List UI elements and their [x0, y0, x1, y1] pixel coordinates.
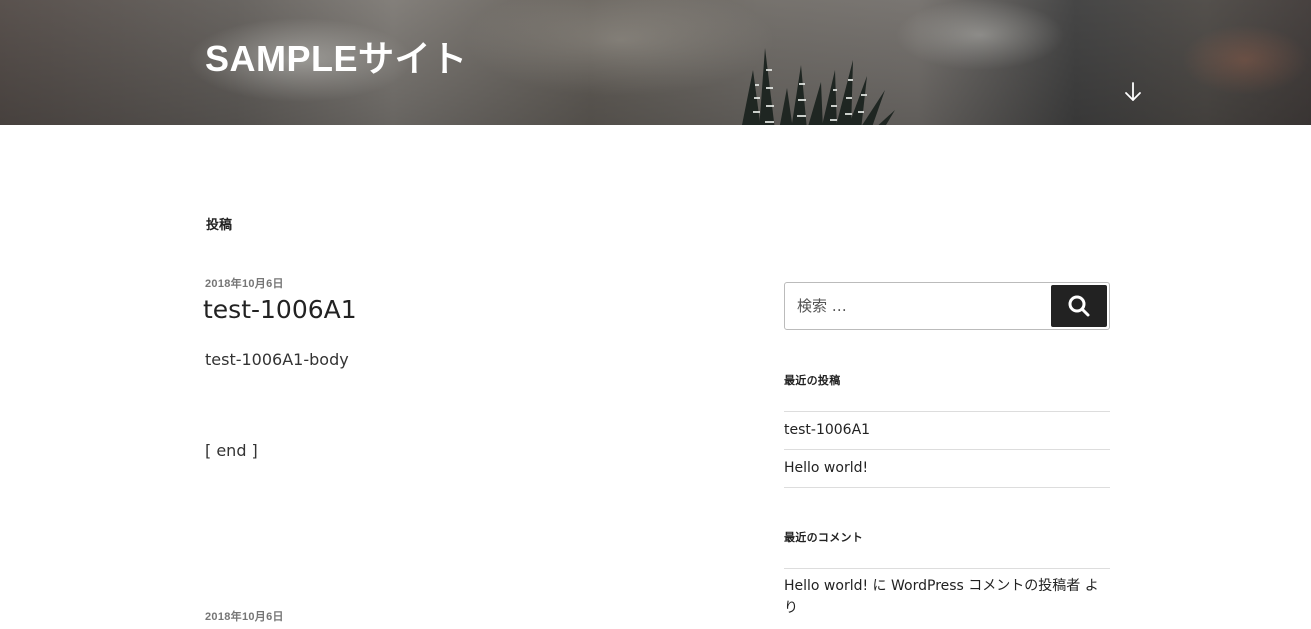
sidebar: 最近の投稿 test-1006A1 Hello world! 最近のコメント H… — [784, 282, 1110, 629]
post-article: 2018年10月6日 test-1006A1 test-1006A1-body … — [203, 275, 725, 460]
recent-comments-list: Hello world! に WordPress コメントの投稿者 より — [784, 568, 1110, 629]
site-title-link[interactable]: SAMPLEサイト — [205, 30, 468, 82]
post-date[interactable]: 2018年10月6日 — [205, 608, 725, 624]
plant-image — [742, 48, 895, 125]
post-body-text: test-1006A1-body — [205, 350, 349, 369]
comment-post-link[interactable]: Hello world! — [784, 578, 868, 594]
post-end-text: [ end ] — [205, 441, 258, 460]
post-date[interactable]: 2018年10月6日 — [205, 275, 725, 291]
site-header: SAMPLEサイト — [0, 0, 1311, 125]
post-title-link[interactable]: test-1006A1 — [203, 295, 357, 324]
recent-post-link[interactable]: Hello world! — [784, 460, 868, 476]
recent-comments-title: 最近のコメント — [784, 532, 864, 544]
list-item: test-1006A1 — [784, 412, 1110, 450]
recent-posts-list: test-1006A1 Hello world! — [784, 411, 1110, 488]
list-item: Hello world! に WordPress コメントの投稿者 より — [784, 569, 1110, 629]
post-article: 2018年10月6日 — [205, 608, 725, 624]
search-form — [784, 282, 1110, 330]
list-item: Hello world! — [784, 450, 1110, 488]
recent-post-link[interactable]: test-1006A1 — [784, 422, 870, 438]
page-label: 投稿 — [206, 217, 233, 232]
recent-posts-widget: 最近の投稿 test-1006A1 Hello world! — [784, 372, 1110, 488]
search-input[interactable] — [785, 283, 1050, 329]
recent-posts-title: 最近の投稿 — [784, 375, 841, 387]
arrow-down-icon[interactable] — [1121, 80, 1145, 104]
search-button[interactable] — [1051, 285, 1107, 327]
comment-connector: に — [868, 578, 892, 594]
search-icon — [1067, 294, 1091, 318]
comment-author-link[interactable]: WordPress コメントの投稿者 — [891, 578, 1080, 594]
recent-comments-widget: 最近のコメント Hello world! に WordPress コメントの投稿… — [784, 529, 1110, 629]
